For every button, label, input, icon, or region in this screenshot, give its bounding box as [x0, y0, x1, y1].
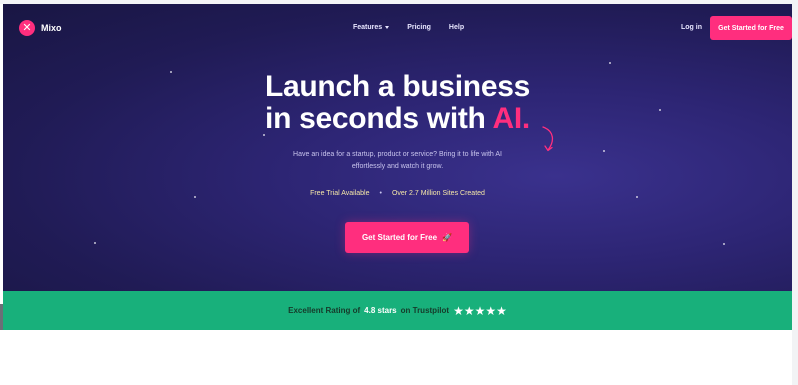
nav-links: Features Pricing Help [353, 24, 464, 31]
nav-link-help[interactable]: Help [449, 24, 464, 31]
hero-subtext-line-1: Have an idea for a startup, product or s… [293, 151, 502, 158]
hero-headline: Launch a business in seconds with AI. [3, 71, 792, 135]
window-right-edge [792, 0, 798, 385]
nav-get-started-button[interactable]: Get Started for Free [710, 16, 792, 40]
headline-line-2: in seconds with [265, 102, 493, 135]
nav-link-features[interactable]: Features [353, 24, 390, 31]
headline-accent: AI. [492, 102, 531, 135]
hero-get-started-button[interactable]: Get Started for Free 🚀 [345, 222, 469, 253]
feature-separator: • [379, 190, 382, 197]
brand-logo[interactable]: ✕ Mixo [19, 20, 62, 36]
hero-cta-label: Get Started for Free [361, 233, 438, 242]
headline-line-1: Launch a business [265, 70, 530, 103]
rating-suffix: on Trustpilot [400, 306, 450, 315]
rating-stars-icon: ★★★★★ [453, 303, 507, 318]
hero-features: Free Trial Available • Over 2.7 Million … [3, 190, 792, 197]
star-decoration [609, 62, 611, 64]
star-decoration [94, 242, 96, 244]
chevron-down-icon [385, 26, 390, 29]
top-navigation: ✕ Mixo Features Pricing Help Log in Get … [3, 4, 792, 52]
hero-subtext: Have an idea for a startup, product or s… [3, 149, 792, 173]
star-decoration [723, 243, 725, 245]
hero-section: ✕ Mixo Features Pricing Help Log in Get … [3, 4, 792, 291]
nav-link-features-label: Features [353, 24, 383, 31]
rating-score: 4.8 stars [364, 306, 397, 315]
rating-prefix: Excellent Rating of [288, 306, 361, 315]
rocket-icon: 🚀 [442, 232, 453, 242]
hero-subtext-line-2: effortlessly and watch it grow. [351, 163, 444, 170]
feature-sites-created: Over 2.7 Million Sites Created [391, 190, 485, 197]
nav-link-pricing[interactable]: Pricing [407, 24, 431, 31]
brand-name: Mixo [41, 23, 62, 33]
feature-free-trial: Free Trial Available [310, 190, 370, 197]
mixo-logo-icon: ✕ [19, 20, 35, 36]
trustpilot-rating-bar: Excellent Rating of 4.8 stars on Trustpi… [3, 291, 792, 330]
login-link[interactable]: Log in [681, 24, 702, 31]
